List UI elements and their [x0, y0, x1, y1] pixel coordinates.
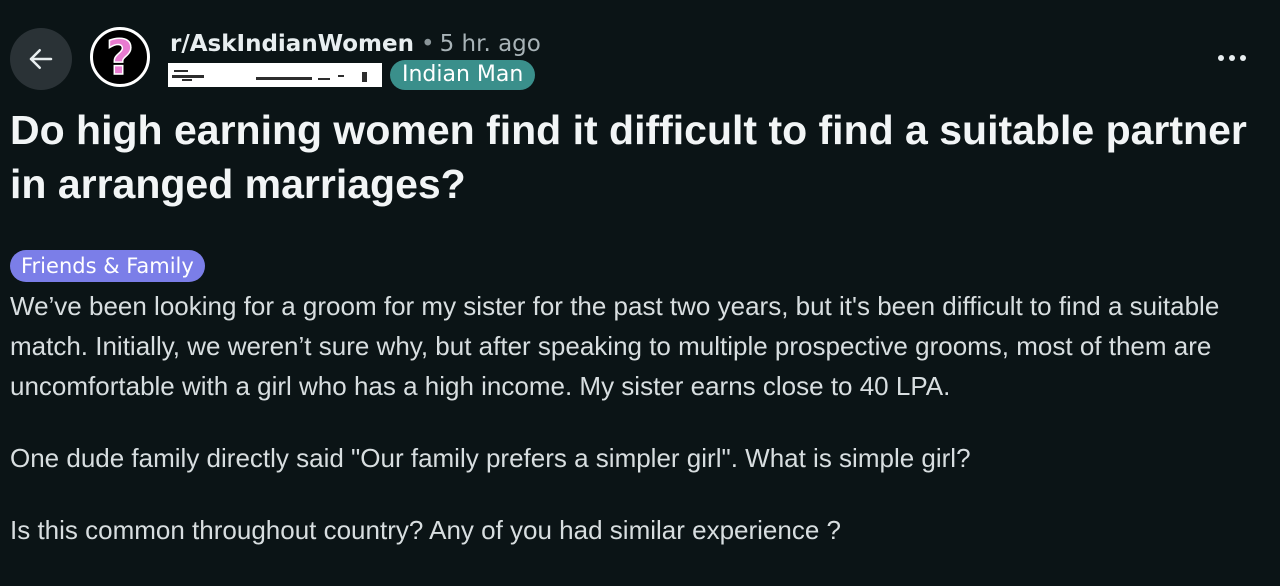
- post-title: Do high earning women find it difficult …: [10, 107, 1247, 207]
- redacted-username: [168, 63, 382, 87]
- question-mark-icon: ?: [105, 30, 134, 86]
- post-paragraph: Is this common throughout country? Any o…: [10, 515, 841, 545]
- user-flair: Indian Man: [390, 60, 536, 90]
- meta-separator: •: [421, 31, 435, 57]
- more-horizontal-icon: [1218, 55, 1224, 61]
- arrow-left-icon: [26, 44, 56, 74]
- back-button[interactable]: [10, 28, 72, 90]
- post-paragraph: One dude family directly said "Our famil…: [10, 443, 971, 473]
- subreddit-link[interactable]: r/AskIndianWomen: [170, 31, 414, 57]
- subreddit-avatar[interactable]: ?: [90, 27, 150, 87]
- post-body: We’ve been looking for a groom for my si…: [10, 286, 1272, 550]
- post-meta: r/AskIndianWomen • 5 hr. ago: [170, 30, 541, 58]
- overflow-menu-button[interactable]: [1208, 40, 1256, 76]
- post-paragraph: We’ve been looking for a groom for my si…: [10, 291, 1220, 401]
- post-timestamp: 5 hr. ago: [439, 31, 541, 57]
- post-detail-page: ? r/AskIndianWomen • 5 hr. ago Indian Man …: [0, 0, 1280, 586]
- post-flair[interactable]: Friends & Family: [10, 250, 205, 282]
